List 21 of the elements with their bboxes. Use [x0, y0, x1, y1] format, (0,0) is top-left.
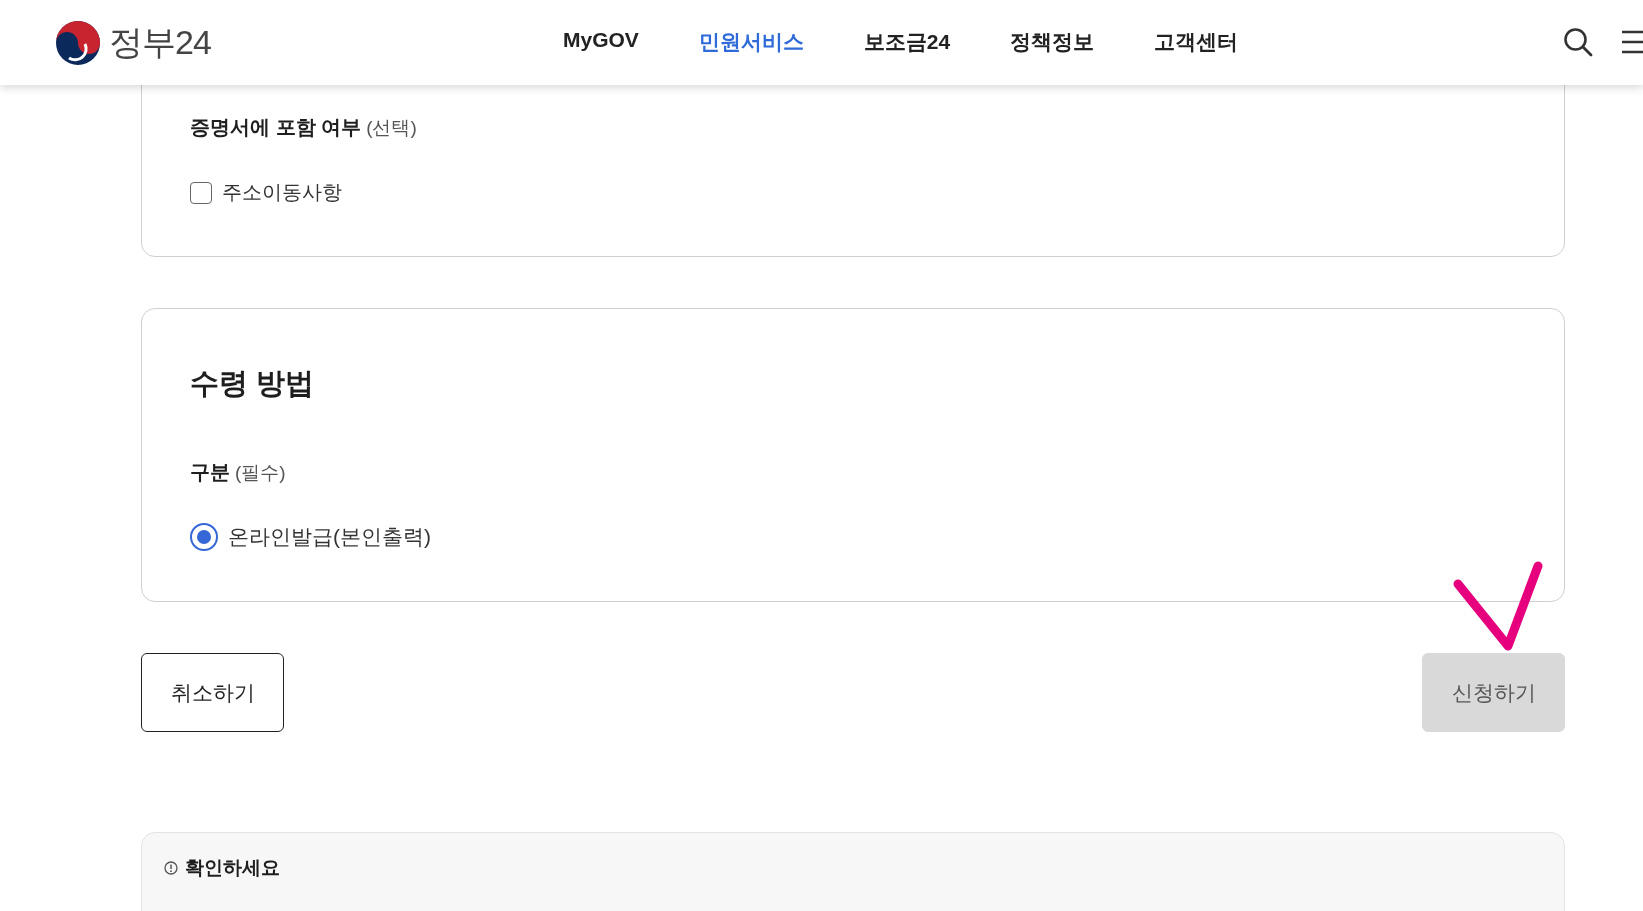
notice-title: 확인하세요: [185, 856, 280, 880]
field-label: 증명서에 포함 여부: [190, 115, 362, 140]
nav-tab[interactable]: 보조금24: [845, 24, 969, 60]
checkbox[interactable]: [190, 181, 212, 204]
site-logo-text[interactable]: 정부24: [109, 19, 211, 66]
field-hint: (선택): [366, 116, 417, 140]
search-icon[interactable]: [1563, 27, 1593, 57]
nav-tab[interactable]: 정책정보: [992, 24, 1113, 60]
radio-button[interactable]: [190, 523, 218, 551]
menu-icon[interactable]: [1622, 29, 1643, 55]
field-hint: (필수): [235, 461, 286, 485]
action-button[interactable]: 취소하기: [141, 653, 284, 732]
field-label: 구분: [190, 460, 230, 485]
info-icon: [164, 861, 178, 875]
radio-label[interactable]: 온라인발급(본인출력): [228, 523, 431, 551]
nav-tab[interactable]: 고객센터: [1136, 24, 1257, 60]
logo-icon: [55, 19, 101, 66]
section-title: 수령 방법: [190, 366, 316, 401]
checkbox-label[interactable]: 주소이동사항: [222, 179, 342, 206]
nav-tab[interactable]: 민원서비스: [680, 24, 822, 60]
nav-tab[interactable]: MyGOV: [545, 24, 657, 60]
